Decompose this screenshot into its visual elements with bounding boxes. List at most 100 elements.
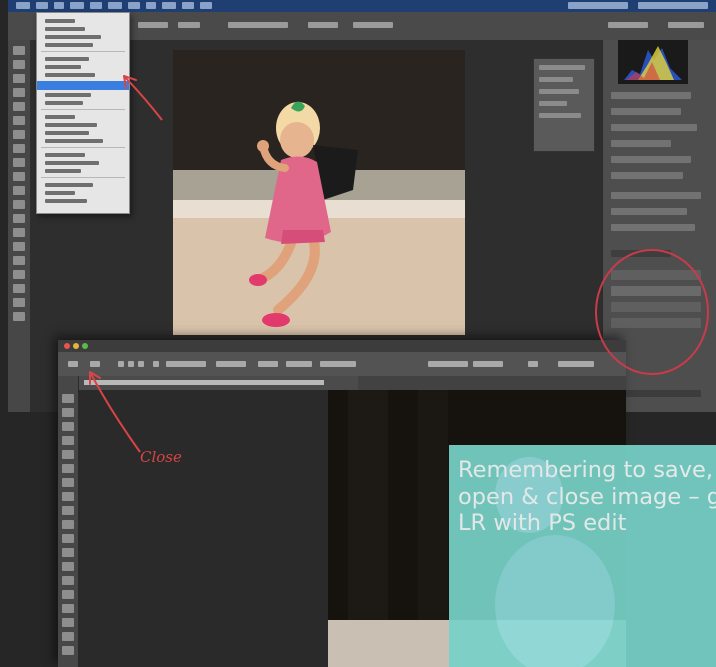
menu-item[interactable] — [128, 2, 140, 9]
option-control[interactable] — [138, 361, 144, 367]
option-control[interactable] — [286, 361, 312, 367]
option-control[interactable] — [258, 361, 278, 367]
menu-option[interactable] — [45, 35, 101, 39]
tool-icon[interactable] — [62, 646, 74, 655]
layer-row[interactable] — [611, 286, 701, 296]
menu-item[interactable] — [70, 2, 84, 9]
tool-icon[interactable] — [13, 284, 25, 293]
tool-icon[interactable] — [62, 548, 74, 557]
option-control[interactable] — [353, 22, 393, 28]
panel-row[interactable] — [611, 156, 691, 163]
tool-icon[interactable] — [13, 158, 25, 167]
panel-row[interactable] — [611, 192, 701, 199]
tool-icon[interactable] — [13, 200, 25, 209]
document-tab[interactable] — [78, 376, 358, 390]
panel-row[interactable] — [611, 172, 683, 179]
layer-row[interactable] — [611, 318, 701, 328]
tool-icon[interactable] — [62, 562, 74, 571]
window-close-button[interactable] — [64, 343, 70, 349]
menu-option[interactable] — [45, 131, 89, 135]
tool-icon[interactable] — [62, 478, 74, 487]
tool-icon[interactable] — [13, 116, 25, 125]
menu-item[interactable] — [108, 2, 122, 9]
home-icon[interactable] — [68, 361, 78, 367]
menu-option[interactable] — [45, 27, 85, 31]
tool-icon[interactable] — [13, 130, 25, 139]
tool-icon[interactable] — [62, 506, 74, 515]
window-minimize-button[interactable] — [73, 343, 79, 349]
tool-icon[interactable] — [62, 604, 74, 613]
menu-option[interactable] — [45, 57, 89, 61]
option-control[interactable] — [320, 361, 356, 367]
tool-icon[interactable] — [13, 312, 25, 321]
menu-item[interactable] — [146, 2, 156, 9]
menu-option[interactable] — [45, 123, 97, 127]
tool-icon[interactable] — [13, 60, 25, 69]
menu-item-file[interactable] — [36, 2, 48, 9]
tool-icon[interactable] — [13, 186, 25, 195]
tool-icon[interactable] — [62, 590, 74, 599]
option-control[interactable] — [153, 361, 159, 367]
option-control[interactable] — [118, 361, 124, 367]
tool-icon[interactable] — [62, 394, 74, 403]
option-control[interactable] — [668, 22, 704, 28]
tool-icon[interactable] — [62, 520, 74, 529]
menu-option[interactable] — [45, 153, 85, 157]
tool-icon[interactable] — [13, 270, 25, 279]
panel-row[interactable] — [611, 208, 687, 215]
tool-icon[interactable] — [13, 172, 25, 181]
menu-option[interactable] — [45, 93, 91, 97]
menu-option[interactable] — [45, 101, 83, 105]
menu-option[interactable] — [45, 191, 75, 195]
tool-icon[interactable] — [13, 144, 25, 153]
option-control[interactable] — [558, 361, 594, 367]
panel-row[interactable] — [611, 140, 671, 147]
tool-icon[interactable] — [62, 492, 74, 501]
menu-option[interactable] — [45, 161, 99, 165]
tool-preset-icon[interactable] — [90, 361, 100, 367]
option-control[interactable] — [528, 361, 538, 367]
tool-icon[interactable] — [62, 534, 74, 543]
option-control[interactable] — [138, 22, 168, 28]
tool-icon[interactable] — [13, 74, 25, 83]
layer-row[interactable] — [611, 270, 701, 280]
tool-icon[interactable] — [13, 242, 25, 251]
option-control[interactable] — [128, 361, 134, 367]
panel-row[interactable] — [611, 124, 697, 131]
menu-item[interactable] — [182, 2, 194, 9]
menu-option[interactable] — [45, 199, 87, 203]
tool-icon[interactable] — [13, 256, 25, 265]
menu-item[interactable] — [200, 2, 212, 9]
menu-option-close-highlighted[interactable] — [37, 81, 129, 90]
option-control[interactable] — [178, 22, 200, 28]
menu-option[interactable] — [45, 115, 75, 119]
tool-icon[interactable] — [62, 464, 74, 473]
menu-option[interactable] — [45, 65, 81, 69]
menu-item[interactable] — [90, 2, 102, 9]
tool-icon[interactable] — [62, 422, 74, 431]
layer-row[interactable] — [611, 302, 701, 312]
option-control[interactable] — [308, 22, 338, 28]
panel-row[interactable] — [611, 92, 691, 99]
menu-item[interactable] — [162, 2, 176, 9]
menu-option[interactable] — [45, 19, 75, 23]
tool-icon[interactable] — [62, 450, 74, 459]
option-control[interactable] — [166, 361, 206, 367]
panel-row[interactable] — [611, 108, 681, 115]
tool-icon[interactable] — [62, 436, 74, 445]
menu-option[interactable] — [45, 73, 95, 77]
workspace-switcher[interactable] — [608, 22, 648, 28]
tool-icon[interactable] — [62, 632, 74, 641]
menu-item[interactable] — [54, 2, 64, 9]
option-control[interactable] — [228, 22, 288, 28]
window-zoom-button[interactable] — [82, 343, 88, 349]
menu-item[interactable] — [16, 2, 30, 9]
menu-option[interactable] — [45, 139, 103, 143]
tool-icon[interactable] — [13, 214, 25, 223]
panel-row[interactable] — [611, 224, 695, 231]
tool-icon[interactable] — [13, 228, 25, 237]
menu-option[interactable] — [45, 43, 93, 47]
tool-icon[interactable] — [62, 576, 74, 585]
option-control[interactable] — [428, 361, 468, 367]
option-control[interactable] — [473, 361, 503, 367]
